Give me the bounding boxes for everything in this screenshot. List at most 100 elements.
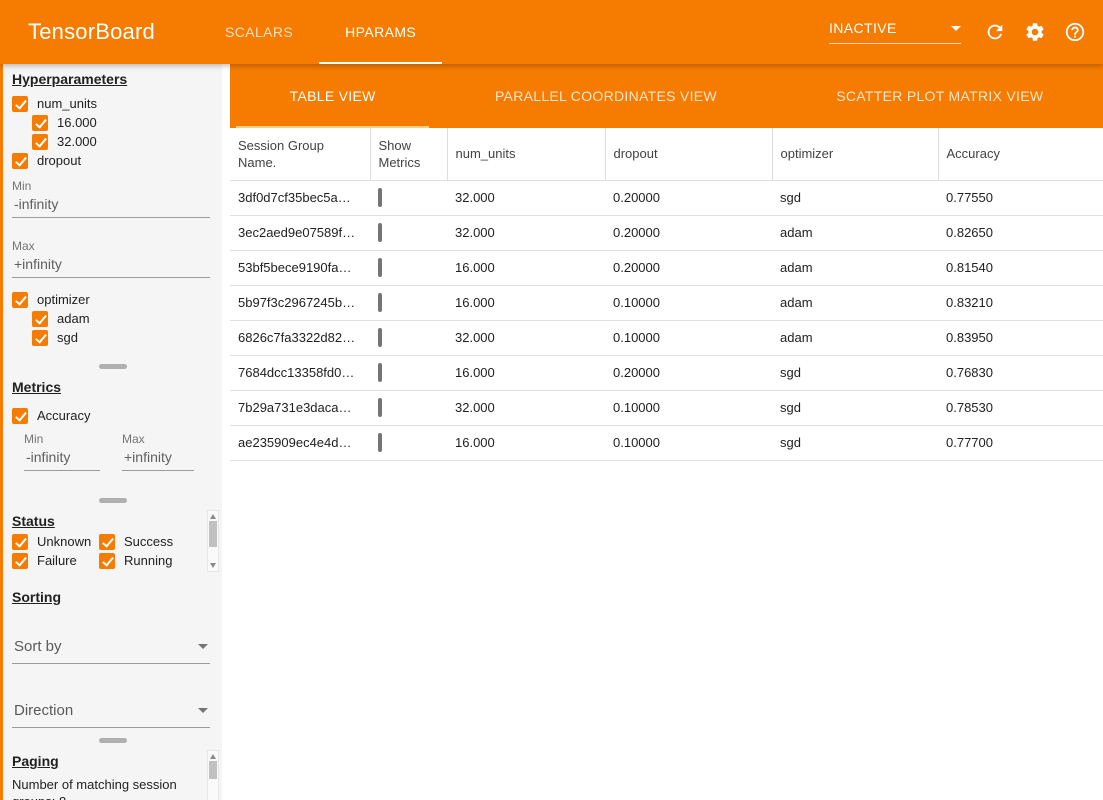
num-units-cell: 16.000 — [447, 425, 605, 460]
num-units-cell: 16.000 — [447, 355, 605, 390]
column-header-optimizer[interactable]: optimizer — [772, 128, 938, 180]
resize-handle[interactable] — [99, 498, 127, 503]
metric-min-label: Min — [24, 433, 100, 446]
tensorboard-app: TensorBoard SCALARS HPARAMS INACTIVE — [0, 0, 1103, 800]
scrollbar-thumb[interactable] — [209, 521, 217, 547]
table-row[interactable]: 5b97f3c2967245b… 16.000 0.10000 adam 0.8… — [230, 285, 1103, 320]
metric-accuracy-row[interactable]: Accuracy — [12, 406, 212, 425]
num-units-checkbox[interactable] — [12, 96, 28, 112]
session-groups-table: Session Group Name. Show Metrics num_uni… — [230, 128, 1103, 461]
tab-hparams[interactable]: HPARAMS — [319, 0, 442, 64]
show-metrics-checkbox[interactable] — [378, 398, 382, 417]
show-metrics-checkbox[interactable] — [378, 188, 382, 207]
table-row[interactable]: 3df0d7cf35bec5a… 32.000 0.20000 sgd 0.77… — [230, 180, 1103, 215]
reload-status-dropdown[interactable]: INACTIVE — [829, 20, 961, 44]
show-metrics-checkbox[interactable] — [378, 433, 382, 452]
refresh-button[interactable] — [975, 12, 1015, 52]
resize-handle[interactable] — [99, 738, 127, 743]
show-metrics-cell — [370, 425, 447, 460]
status-checkbox[interactable] — [99, 553, 115, 569]
app-title: TensorBoard — [0, 0, 155, 64]
status-checkbox[interactable] — [12, 534, 28, 550]
tab-table-view[interactable]: TABLE VIEW — [230, 64, 435, 128]
optimizer-cell: adam — [772, 250, 938, 285]
session-group-name-cell: 5b97f3c2967245b… — [230, 285, 370, 320]
hparam-dropout-row[interactable]: dropout — [12, 151, 212, 170]
tab-scalars-label: SCALARS — [225, 24, 293, 40]
column-header-num-units[interactable]: num_units — [447, 128, 605, 180]
direction-dropdown[interactable]: Direction — [12, 696, 210, 728]
hparam-value-row[interactable]: sgd — [32, 328, 212, 347]
column-header-dropout[interactable]: dropout — [605, 128, 772, 180]
column-header-show-metrics[interactable]: Show Metrics — [370, 128, 447, 180]
num-units-label: num_units — [37, 96, 97, 111]
tab-scalars[interactable]: SCALARS — [199, 0, 319, 64]
hparam-value-row[interactable]: adam — [32, 309, 212, 328]
metrics-pane: Metrics Accuracy Min -infinity Max +infi… — [3, 372, 222, 494]
status-checkbox[interactable] — [99, 534, 115, 550]
table-row[interactable]: 6826c7fa3322d82… 32.000 0.10000 adam 0.8… — [230, 320, 1103, 355]
dropout-cell: 0.10000 — [605, 425, 772, 460]
accuracy-cell: 0.83950 — [938, 320, 1103, 355]
paging-scrollbar[interactable] — [207, 750, 219, 800]
status-option-row[interactable]: Success — [99, 532, 201, 551]
table-row[interactable]: 7b29a731e3daca… 32.000 0.10000 sgd 0.785… — [230, 390, 1103, 425]
show-metrics-checkbox[interactable] — [378, 363, 382, 382]
optimizer-checkbox[interactable] — [12, 292, 28, 308]
resize-handle[interactable] — [99, 364, 127, 369]
accuracy-label: Accuracy — [37, 408, 90, 423]
value-checkbox[interactable] — [32, 330, 48, 346]
sort-by-dropdown[interactable]: Sort by — [12, 632, 210, 664]
column-header-session-group-name[interactable]: Session Group Name. — [230, 128, 370, 180]
optimizer-cell: sgd — [772, 425, 938, 460]
hparam-num-units-row[interactable]: num_units — [12, 94, 212, 113]
status-option-row[interactable]: Running — [99, 551, 201, 570]
dropout-checkbox[interactable] — [12, 153, 28, 169]
table-row[interactable]: 53bf5bece9190fa… 16.000 0.20000 adam 0.8… — [230, 250, 1103, 285]
table-row[interactable]: 7684dcc13358fd0… 16.000 0.20000 sgd 0.76… — [230, 355, 1103, 390]
show-metrics-checkbox[interactable] — [378, 293, 382, 312]
status-scrollbar[interactable] — [207, 510, 219, 572]
table-row[interactable]: 3ec2aed9e07589f… 32.000 0.20000 adam 0.8… — [230, 215, 1103, 250]
help-button[interactable] — [1055, 12, 1095, 52]
metric-max-input[interactable]: +infinity — [122, 446, 194, 471]
dropout-max-input[interactable]: +infinity — [12, 253, 210, 278]
accuracy-cell: 0.78530 — [938, 390, 1103, 425]
dropout-min-input[interactable]: -infinity — [12, 193, 210, 218]
value-checkbox[interactable] — [32, 311, 48, 327]
hparam-value-row[interactable]: 32.000 — [32, 132, 212, 151]
scroll-up-icon[interactable] — [210, 514, 216, 519]
status-checkbox[interactable] — [12, 553, 28, 569]
show-metrics-checkbox[interactable] — [378, 328, 382, 347]
gear-icon — [1024, 21, 1046, 43]
scroll-up-icon[interactable] — [210, 754, 216, 759]
settings-button[interactable] — [1015, 12, 1055, 52]
optimizer-cell: adam — [772, 215, 938, 250]
scrollbar-thumb[interactable] — [209, 761, 217, 779]
hparam-value-row[interactable]: 16.000 — [32, 113, 212, 132]
help-icon — [1064, 21, 1086, 43]
hparam-optimizer-row[interactable]: optimizer — [12, 290, 212, 309]
tab-scatter-plot-matrix-view[interactable]: SCATTER PLOT MATRIX VIEW — [777, 64, 1103, 128]
column-header-accuracy[interactable]: Accuracy — [938, 128, 1103, 180]
paging-heading: Paging — [12, 752, 212, 770]
dropout-cell: 0.20000 — [605, 250, 772, 285]
show-metrics-cell — [370, 390, 447, 425]
scroll-down-icon[interactable] — [210, 563, 216, 568]
show-metrics-checkbox[interactable] — [378, 258, 382, 277]
value-checkbox[interactable] — [32, 134, 48, 150]
pane-divider — [3, 734, 222, 746]
tab-parallel-coordinates-view[interactable]: PARALLEL COORDINATES VIEW — [435, 64, 776, 128]
status-option-row[interactable]: Unknown — [12, 532, 99, 551]
status-options: Unknown Success Failure Running — [12, 532, 212, 570]
table-body: 3df0d7cf35bec5a… 32.000 0.20000 sgd 0.77… — [230, 180, 1103, 460]
table-row[interactable]: ae235909ec4e4d… 16.000 0.10000 sgd 0.777… — [230, 425, 1103, 460]
status-label: Running — [124, 553, 172, 568]
metric-min-input[interactable]: -infinity — [24, 446, 100, 471]
accuracy-checkbox[interactable] — [12, 408, 28, 424]
metric-max-col: Max +infinity — [122, 425, 194, 471]
value-checkbox[interactable] — [32, 115, 48, 131]
show-metrics-checkbox[interactable] — [378, 223, 382, 242]
status-option-row[interactable]: Failure — [12, 551, 99, 570]
status-pane: Status Unknown Success Failur — [3, 506, 222, 574]
